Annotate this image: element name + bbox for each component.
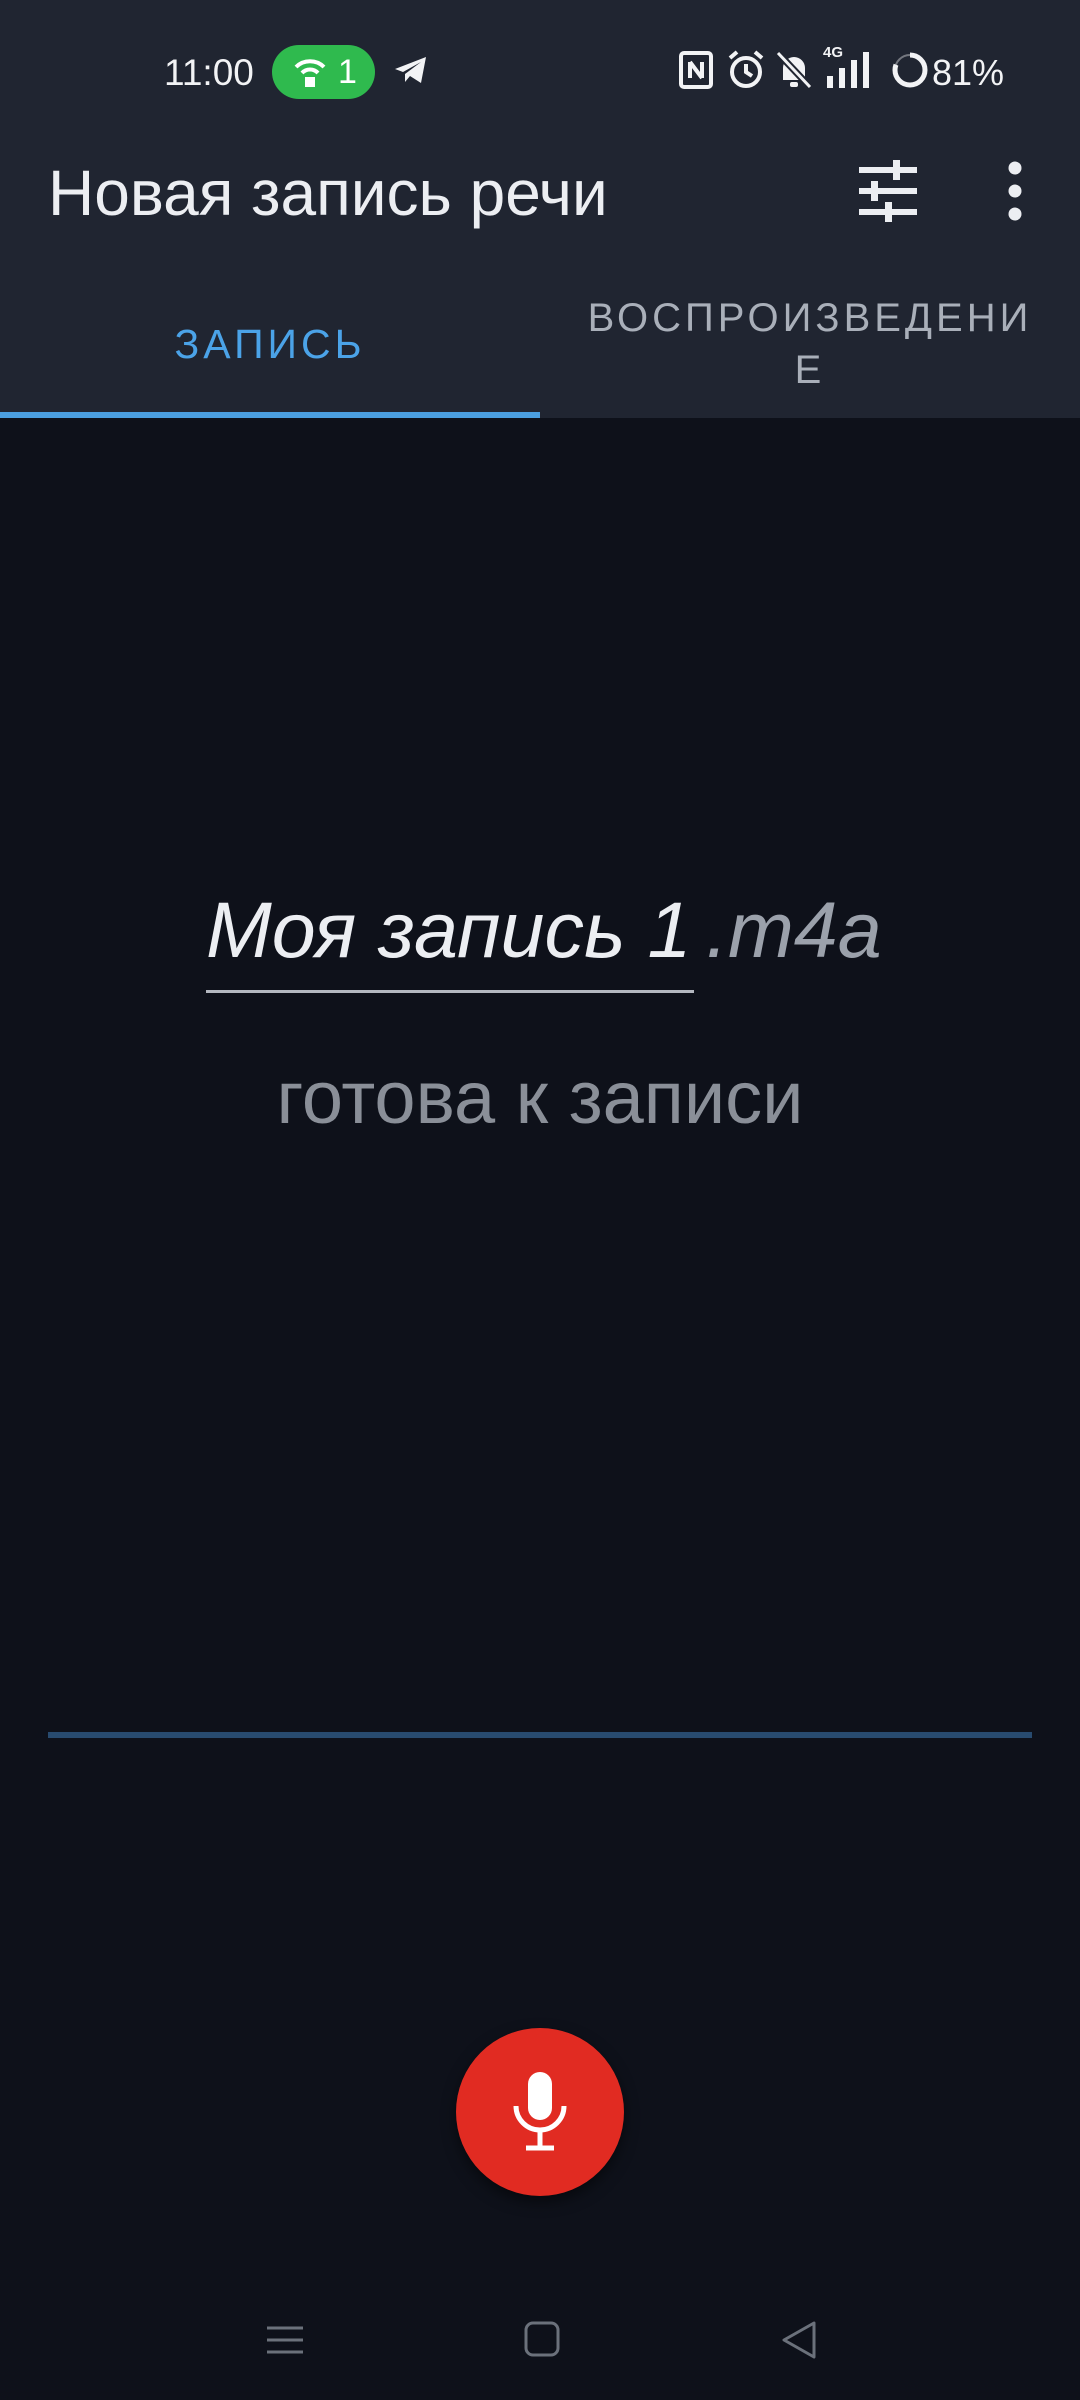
filename-row: Моя запись 1 .m4a (0, 880, 1080, 1000)
app-bar: Новая запись речи (0, 144, 1080, 270)
page-title: Новая запись речи (48, 157, 608, 229)
recent-apps-button[interactable] (255, 2310, 315, 2370)
bell-off-icon (775, 50, 813, 90)
recorder-screen: 11:00 1 4G 81% Новая запись речи ЗАПИСЬ … (0, 0, 1080, 2400)
recent-apps-icon (267, 2326, 303, 2354)
record-button[interactable] (456, 2028, 624, 2196)
tab-playback[interactable]: ВОСПРОИЗВЕДЕНИ Е (540, 270, 1080, 418)
home-button[interactable] (512, 2310, 572, 2370)
tune-icon (859, 160, 917, 222)
alarm-icon (728, 50, 764, 88)
audio-level-bar (48, 1732, 1032, 1738)
status-time: 11:00 (164, 52, 254, 93)
home-icon (524, 2321, 560, 2357)
microphone-icon (513, 2072, 567, 2151)
battery-ring-icon (892, 52, 928, 88)
more-options-button[interactable] (995, 158, 1035, 224)
filename-input[interactable]: Моя запись 1 (206, 880, 694, 993)
system-nav-bar (0, 2280, 1080, 2400)
nfc-icon (679, 51, 713, 89)
hotspot-badge: 1 (272, 45, 375, 99)
hotspot-count: 1 (338, 53, 357, 91)
recording-status: готова к записи (276, 1056, 804, 1139)
file-extension: .m4a (706, 885, 882, 974)
settings-button[interactable] (855, 158, 921, 224)
signal-icon (827, 52, 869, 88)
status-bar: 11:00 1 4G 81% (0, 0, 1080, 144)
telegram-icon (395, 57, 426, 83)
tab-bar: ЗАПИСЬ ВОСПРОИЗВЕДЕНИ Е (0, 270, 1080, 418)
tab-record[interactable]: ЗАПИСЬ (0, 270, 540, 418)
battery-percent: 81% (932, 52, 1005, 93)
back-button[interactable] (770, 2310, 830, 2370)
back-icon (782, 2321, 816, 2359)
more-vert-icon (1008, 161, 1022, 221)
tab-indicator (0, 412, 540, 418)
hotspot-icon (294, 59, 326, 87)
